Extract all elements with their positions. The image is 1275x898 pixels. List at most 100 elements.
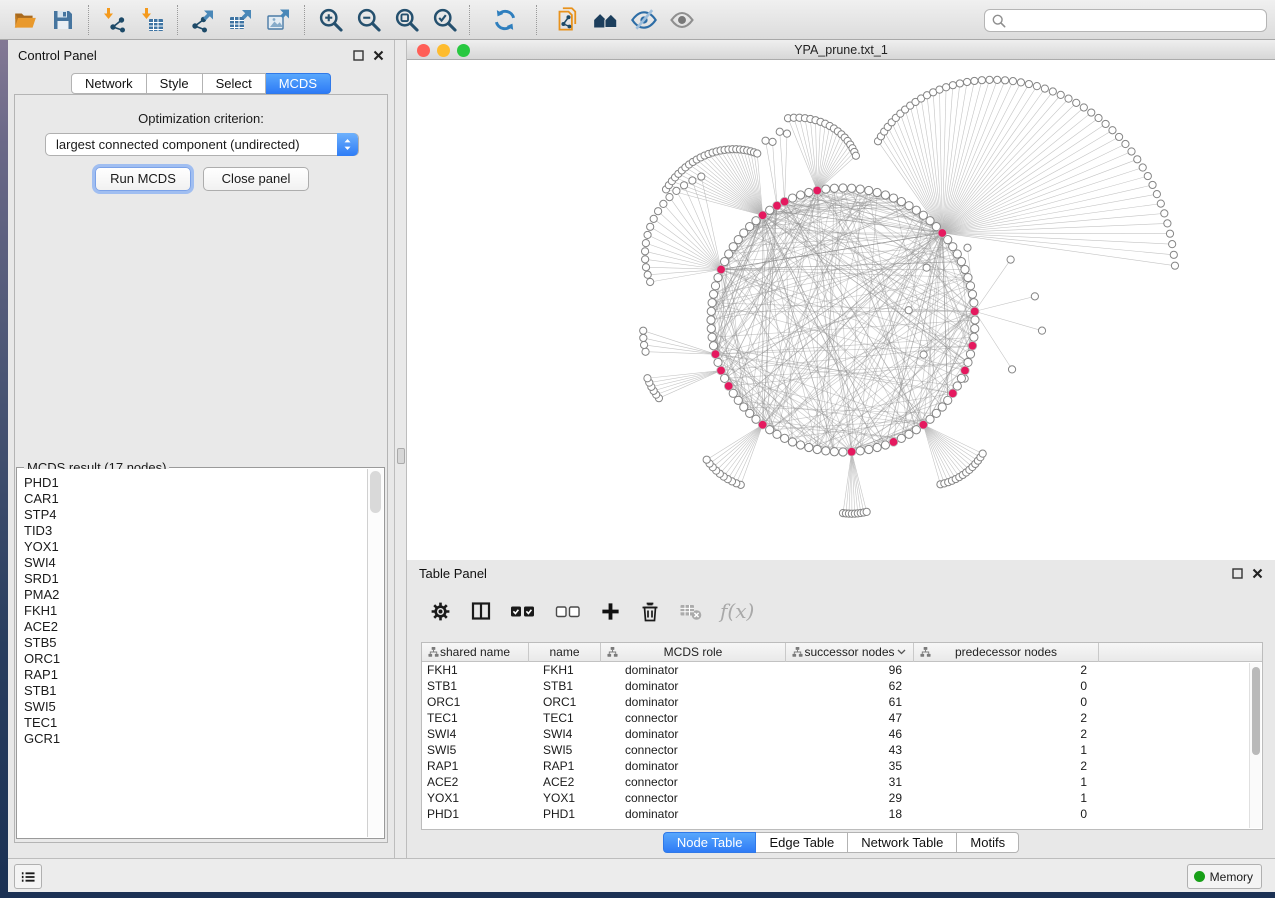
splitter-handle[interactable] (397, 448, 405, 464)
run-mcds-button[interactable]: Run MCDS (95, 167, 191, 191)
mcds-list-scrollbar[interactable] (367, 469, 383, 837)
cell-MCDS-role: dominator (601, 678, 786, 694)
network-from-document-button[interactable] (549, 3, 587, 37)
mcds-result-item[interactable]: SWI5 (24, 699, 367, 715)
delete-table-icon-disabled (679, 600, 702, 622)
show-hidden-button[interactable] (663, 3, 701, 37)
tab-network[interactable]: Network (71, 73, 147, 94)
tab-edge-table[interactable]: Edge Table (756, 832, 848, 853)
optimization-select[interactable]: largest connected component (undirected) (45, 133, 359, 156)
network-canvas[interactable] (407, 60, 1275, 560)
cell-name: FKH1 (529, 662, 601, 678)
search-icon (992, 14, 1006, 28)
mcds-result-item[interactable]: PMA2 (24, 587, 367, 603)
network-view-window: YPA_prune.txt_1 (407, 40, 1275, 560)
cell-MCDS-role: connector (601, 790, 786, 806)
mcds-result-item[interactable]: STB5 (24, 635, 367, 651)
column-header-name[interactable]: name (529, 643, 601, 662)
mcds-result-item[interactable]: CAR1 (24, 491, 367, 507)
mcds-result-item[interactable]: PHD1 (24, 475, 367, 491)
column-header-MCDS-role[interactable]: MCDS role (601, 643, 786, 662)
tab-motifs[interactable]: Motifs (957, 832, 1019, 853)
cell-MCDS-role: dominator (601, 806, 786, 822)
cell-shared-name: STB1 (422, 678, 529, 694)
tab-mcds[interactable]: MCDS (266, 73, 331, 94)
table-row[interactable]: FKH1FKH1dominator962 (422, 662, 1262, 678)
table-settings-gear-icon[interactable] (429, 600, 452, 623)
mcds-result-item[interactable]: ACE2 (24, 619, 367, 635)
show-columns-icon[interactable] (470, 600, 492, 622)
export-network-button[interactable] (184, 3, 222, 37)
close-panel-icon[interactable] (373, 50, 384, 61)
zoom-out-button[interactable] (349, 3, 387, 37)
search-input[interactable] (1011, 13, 1266, 28)
open-file-button[interactable] (6, 3, 44, 37)
mcds-result-item[interactable]: RAP1 (24, 667, 367, 683)
import-network-button[interactable] (95, 3, 133, 37)
tab-style[interactable]: Style (147, 73, 203, 94)
mcds-result-item[interactable]: FKH1 (24, 603, 367, 619)
export-table-button[interactable] (222, 3, 260, 37)
float-panel-icon[interactable] (353, 50, 364, 61)
vertical-splitter[interactable] (394, 40, 407, 858)
task-history-button[interactable] (14, 864, 42, 889)
open-folder-icon (12, 7, 38, 33)
column-header-shared-name[interactable]: shared name (422, 643, 529, 662)
import-table-button[interactable] (133, 3, 171, 37)
column-header-predecessor-nodes[interactable]: predecessor nodes (914, 643, 1099, 662)
window-zoom-button[interactable] (457, 44, 470, 57)
deselect-all-icon[interactable] (555, 602, 582, 620)
window-close-button[interactable] (417, 44, 430, 57)
mcds-result-item[interactable]: STB1 (24, 683, 367, 699)
cell-shared-name: SWI5 (422, 742, 529, 758)
show-all-button[interactable] (587, 3, 625, 37)
mcds-result-item[interactable]: SWI4 (24, 555, 367, 571)
mcds-result-item[interactable]: YOX1 (24, 539, 367, 555)
mcds-result-item[interactable]: ORC1 (24, 651, 367, 667)
close-panel-button[interactable]: Close panel (203, 167, 309, 191)
hide-selected-button[interactable] (625, 3, 663, 37)
save-button[interactable] (44, 3, 82, 37)
app-screen: Control Panel NetworkStyleSelectMCDS Opt… (0, 0, 1275, 898)
cell-predecessor-nodes: 0 (914, 694, 1099, 710)
zoom-out-icon (355, 6, 382, 33)
window-minimize-button[interactable] (437, 44, 450, 57)
table-panel-title: Table Panel (419, 566, 487, 581)
table-row[interactable]: RAP1RAP1dominator352 (422, 758, 1262, 774)
document-network-icon (555, 6, 582, 33)
mcds-result-item[interactable]: STP4 (24, 507, 367, 523)
float-table-panel-icon[interactable] (1232, 568, 1243, 579)
table-row[interactable]: PHD1PHD1dominator180 (422, 806, 1262, 822)
table-scrollbar-thumb[interactable] (1252, 667, 1260, 755)
mcds-result-item[interactable]: GCR1 (24, 731, 367, 747)
tab-select[interactable]: Select (203, 73, 266, 94)
mcds-result-item[interactable]: SRD1 (24, 571, 367, 587)
refresh-button[interactable] (486, 3, 524, 37)
zoom-in-button[interactable] (311, 3, 349, 37)
tab-node-table[interactable]: Node Table (663, 832, 757, 853)
tab-network-table[interactable]: Network Table (848, 832, 957, 853)
select-all-icon[interactable] (510, 602, 537, 620)
mcds-result-item[interactable]: TEC1 (24, 715, 367, 731)
zoom-fit-button[interactable] (387, 3, 425, 37)
cell-shared-name: YOX1 (422, 790, 529, 806)
table-row[interactable]: TEC1TEC1connector472 (422, 710, 1262, 726)
mcds-result-item[interactable]: TID3 (24, 523, 367, 539)
table-row[interactable]: ACE2ACE2connector311 (422, 774, 1262, 790)
toolbar-separator (304, 5, 305, 35)
table-row[interactable]: STB1STB1dominator620 (422, 678, 1262, 694)
add-column-icon[interactable] (600, 601, 621, 622)
export-image-button[interactable] (260, 3, 298, 37)
table-row[interactable]: SWI4SWI4dominator462 (422, 726, 1262, 742)
column-header-successor-nodes[interactable]: successor nodes (786, 643, 914, 662)
table-scrollbar[interactable] (1249, 663, 1261, 828)
table-row[interactable]: ORC1ORC1dominator610 (422, 694, 1262, 710)
table-row[interactable]: YOX1YOX1connector291 (422, 790, 1262, 806)
cell-predecessor-nodes: 1 (914, 774, 1099, 790)
memory-button[interactable]: Memory (1187, 864, 1262, 889)
cell-successor-nodes: 46 (786, 726, 914, 742)
close-table-panel-icon[interactable] (1252, 568, 1263, 579)
table-row[interactable]: SWI5SWI5connector431 (422, 742, 1262, 758)
zoom-selected-button[interactable] (425, 3, 463, 37)
delete-column-icon[interactable] (639, 600, 661, 623)
